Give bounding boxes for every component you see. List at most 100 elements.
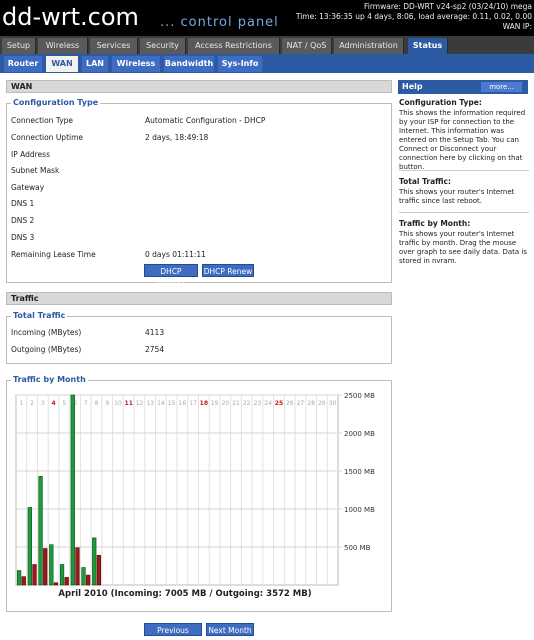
day-label: 24 [264,400,272,407]
chart-caption: April 2010 (Incoming: 7005 MB / Outgoing… [58,589,311,599]
configuration-type-legend: Configuration Type [11,98,101,107]
outgoing-label: Outgoing (MBytes) [11,345,82,354]
incoming-bar [70,394,75,586]
help-configuration-type: Configuration Type: This shows the infor… [399,98,529,172]
dns1-label: DNS 1 [11,199,35,208]
wan-section-header: WAN [6,80,392,93]
connection-uptime-label: Connection Uptime [11,133,84,142]
day-label: 19 [211,400,219,407]
day-label: 18 [200,400,208,407]
day-label: 14 [157,400,165,407]
day-label: 12 [136,400,144,407]
gateway-label: Gateway [11,183,45,192]
router-info: Firmware: DD-WRT v24-sp2 (03/24/10) mega… [296,2,532,32]
previous-month-button[interactable]: Previous Month [144,623,202,640]
tab-administration[interactable]: Administration [334,38,404,54]
day-label: 22 [243,400,251,407]
help-total-traffic: Total Traffic: This shows your router's … [399,177,529,206]
day-label: 7 [84,400,88,407]
day-label: 17 [189,400,197,407]
logo: dd-wrt.com [2,3,139,31]
y-tick-label: 1500 MB [344,468,375,476]
connection-uptime-value: 2 days, 18:49:18 [145,133,209,142]
outgoing-bar [43,548,48,586]
day-label: 16 [179,400,187,407]
control-panel-title: ... control panel [160,15,279,30]
tab-status[interactable]: Status [408,38,448,54]
outgoing-bar [86,574,91,586]
help-divider [399,170,529,171]
help-divider [399,212,529,213]
sub-tabs: Router WAN LAN Wireless Bandwidth Sys-In… [0,54,534,73]
help-more-button[interactable]: more... [481,82,522,92]
dhcp-release-button[interactable]: DHCP Release [144,264,198,289]
day-label: 3 [41,400,45,407]
outgoing-bar [64,577,69,586]
incoming-label: Incoming (MBytes) [11,328,82,337]
tab-wireless[interactable]: Wireless [38,38,88,54]
y-tick-label: 1000 MB [344,506,375,514]
incoming-bar [81,567,86,586]
y-tick-label: 2500 MB [344,392,375,400]
outgoing-bar [53,582,59,586]
day-label: 13 [146,400,154,407]
subtab-router[interactable]: Router [4,56,42,72]
dhcp-renew-button[interactable]: DHCP Renew [202,264,254,277]
remaining-lease-label: Remaining Lease Time [11,250,96,259]
next-month-button[interactable]: Next Month [206,623,254,636]
traffic-section-header: Traffic [6,292,392,305]
total-traffic-fieldset: Total Traffic [6,311,392,364]
tab-access-restrictions[interactable]: Access Restrictions [188,38,280,54]
day-label: 1 [19,400,23,407]
outgoing-value: 2754 [145,345,165,354]
day-label: 21 [232,400,240,407]
subtab-wan[interactable]: WAN [46,56,78,72]
main-tabs: Setup Wireless Services Security Access … [0,36,534,54]
outgoing-bar [32,564,37,586]
tab-nat-qos[interactable]: NAT / QoS [282,38,332,54]
day-label: 25 [275,400,283,407]
remaining-lease-value: 0 days 01:11:11 [145,250,206,259]
traffic-by-month-chart[interactable]: 2500 MB2000 MB1500 MB1000 MB500 MB1 2 3 4 5 6… [12,389,380,601]
day-label: 8 [95,400,99,407]
tab-security[interactable]: Security [140,38,186,54]
day-label: 27 [297,400,305,407]
help-section-text: This shows the information required by y… [399,109,526,171]
day-label: 2 [30,400,34,407]
day-label: 29 [318,400,326,407]
incoming-bar [38,476,43,586]
incoming-bar [16,570,22,586]
firmware-text: Firmware: DD-WRT v24-sp2 (03/24/10) mega [364,2,532,11]
help-section-title: Total Traffic: [399,177,451,186]
help-section-text: This shows your router's Internet traffi… [399,230,528,265]
incoming-bar [92,537,97,586]
subtab-wireless[interactable]: Wireless [112,56,160,72]
tab-services[interactable]: Services [90,38,138,54]
ip-address-label: IP Address [11,150,50,159]
subtab-bandwidth[interactable]: Bandwidth [164,56,214,72]
incoming-value: 4113 [145,328,165,337]
help-section-text: This shows your router's Internet traffi… [399,188,515,205]
day-label: 28 [307,400,315,407]
dns2-label: DNS 2 [11,216,35,225]
day-label: 23 [254,400,262,407]
subnet-mask-label: Subnet Mask [11,166,60,175]
total-traffic-legend: Total Traffic [11,311,68,320]
help-section-title: Traffic by Month: [399,219,471,228]
subtab-sys-info[interactable]: Sys-Info [218,56,262,72]
header: dd-wrt.com ... control panel Firmware: D… [0,0,534,36]
help-header: Help more... [398,80,528,94]
incoming-bar [49,544,54,586]
tab-setup[interactable]: Setup [2,38,36,54]
day-label: 10 [114,400,122,407]
help-traffic-by-month: Traffic by Month: This shows your router… [399,219,529,266]
day-label: 5 [62,400,66,407]
outgoing-bar [75,547,80,586]
help-section-title: Configuration Type: [399,98,482,107]
day-label: 9 [105,400,109,407]
outgoing-bar [96,555,102,586]
incoming-bar [27,507,32,586]
subtab-lan[interactable]: LAN [82,56,108,72]
day-label: 20 [221,400,229,407]
day-label: 26 [286,400,294,407]
